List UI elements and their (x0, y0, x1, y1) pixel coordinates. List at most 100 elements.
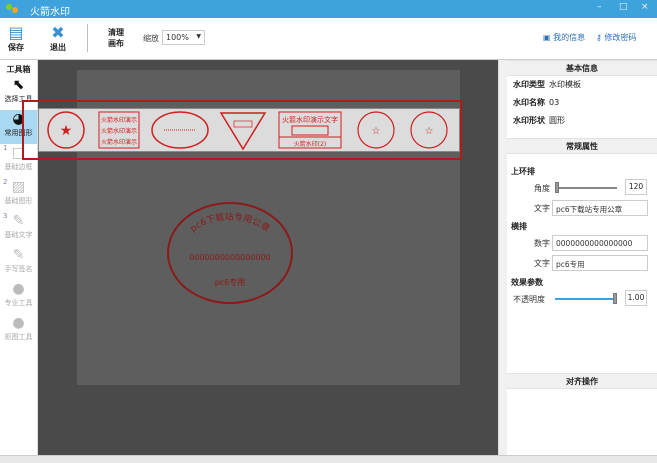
toolbox: 工具箱 ⬉ 选择工具 ◕ 常用图形 1 □ 基础边框 2 ▨ 基础图形 3 ✎ 基础文字 ✎ 手写… (0, 60, 38, 455)
my-info-label: 我的信息 (553, 33, 586, 42)
stamp-bottom-text: pc6专用 (215, 277, 246, 287)
shape-icon: ◕ (12, 111, 25, 127)
shape-label: 水印形状 (513, 116, 545, 125)
svg-text:★: ★ (60, 123, 73, 139)
name-label: 水印名称 (513, 98, 545, 107)
tool-cutout[interactable]: ● 抠图工具 (0, 314, 37, 348)
tool-basic-border[interactable]: 1 □ 基础边框 (0, 144, 37, 178)
palette-icon: ● (12, 315, 25, 331)
app-logo-icon (6, 4, 18, 14)
tool-number: 2 (3, 178, 8, 186)
tool-label: 专业工具 (4, 299, 33, 307)
stamp-triangle[interactable] (219, 112, 267, 151)
exit-label: 退出 (50, 43, 66, 52)
tool-basic-shape[interactable]: 2 ▨ 基础图形 (0, 178, 37, 212)
tool-label: 基础图形 (4, 197, 33, 205)
watermark-type-row: 水印类型 水印模板 (507, 76, 657, 94)
scrollbar[interactable] (498, 60, 507, 455)
cursor-icon: ⬉ (12, 77, 25, 93)
watermark-stamp[interactable]: pc6下载站专用公章 0000000000000000 pc6专用 (165, 200, 295, 306)
horizontal-text-input[interactable]: pc6专用 (552, 255, 648, 271)
divider (87, 24, 88, 52)
type-label: 水印类型 (513, 80, 545, 89)
properties-header: 常规属性 (507, 138, 657, 154)
tool-label: 选择工具 (4, 95, 33, 103)
key-icon: ⚷ (596, 33, 602, 42)
my-info-link[interactable]: ▣ 我的信息 (543, 32, 585, 43)
minimize-button[interactable]: – (597, 2, 602, 12)
tool-professional[interactable]: ● 专业工具 (0, 280, 37, 314)
change-password-label: 修改密码 (604, 33, 637, 42)
save-label: 保存 (8, 43, 24, 52)
canvas-area: pc6下载站专用公章 0000000000000000 pc6专用 ★ 火箭水印… (38, 60, 498, 455)
change-password-link[interactable]: ⚷ 修改密码 (596, 32, 636, 43)
opacity-slider[interactable] (555, 293, 617, 304)
save-button[interactable]: ▤ 保存 (8, 24, 24, 53)
svg-text:☆: ☆ (372, 126, 381, 137)
basic-info-header: 基本信息 (507, 60, 657, 76)
pen-icon: ✎ (12, 247, 25, 263)
upper-ring-title: 上环排 (511, 167, 535, 176)
status-bar (0, 455, 657, 463)
exit-button[interactable]: ✖ 退出 (50, 24, 66, 53)
palette-icon: ● (12, 281, 25, 297)
svg-text:火箭水印演示: 火箭水印演示 (101, 116, 137, 124)
digits-label: 数字 (534, 239, 550, 248)
svg-text:☆: ☆ (425, 126, 434, 137)
close-x-icon: ✖ (51, 23, 65, 42)
stamp-wide-text[interactable]: 火箭水印演示文字火箭水印(2) (278, 111, 342, 149)
watermark-name-row: 水印名称 03 (507, 94, 657, 112)
horizontal-title: 横排 (511, 222, 527, 231)
chevron-down-icon: ▼ (196, 33, 201, 40)
tool-select[interactable]: ⬉ 选择工具 (0, 76, 37, 110)
tool-label: 常用图形 (4, 129, 33, 137)
angle-slider[interactable] (555, 182, 617, 193)
close-button[interactable]: × (641, 2, 649, 12)
tool-number: 3 (3, 212, 8, 220)
clear-canvas-button[interactable]: 清理画布 (108, 27, 128, 49)
stamp-ellipse[interactable] (151, 111, 209, 149)
upper-text-input[interactable]: pc6下载站专用公章 (552, 200, 648, 216)
tool-label: 抠图工具 (4, 333, 33, 341)
stamp-arc-text: pc6下载站专用公章 (189, 211, 272, 235)
angle-input[interactable]: 120 (625, 179, 647, 195)
zoom-value: 100% (166, 33, 189, 42)
tool-number: 1 (3, 144, 8, 152)
effects-title: 效果参数 (511, 278, 543, 287)
svg-text:火箭水印演示: 火箭水印演示 (101, 127, 137, 135)
toolbox-title: 工具箱 (6, 65, 31, 74)
tool-basic-text[interactable]: 3 ✎ 基础文字 (0, 212, 37, 246)
title-bar: 火箭水印 – □ × (0, 0, 657, 18)
tool-label: 手写签名 (4, 265, 33, 273)
stamp-number: 0000000000000000 (189, 253, 270, 262)
user-icon: ▣ (543, 33, 551, 42)
stamp-round-star[interactable]: ★ (47, 111, 85, 149)
app-title: 火箭水印 (30, 7, 70, 18)
type-value: 水印模板 (549, 80, 581, 89)
shape-picker-strip: ★ 火箭水印演示 火箭水印演示 火箭水印演示 火箭水印演示文字 火箭水印(2) ☆ ☆ (38, 108, 460, 152)
zoom-select[interactable]: 100% ▼ (162, 30, 205, 45)
upper-text-label: 文字 (534, 204, 550, 213)
stamp-round-2[interactable]: ☆ (410, 111, 448, 149)
save-icon: ▤ (8, 23, 24, 42)
slider-thumb[interactable] (555, 182, 559, 193)
stamp-rect-text[interactable]: 火箭水印演示火箭水印演示火箭水印演示 (98, 111, 140, 149)
tool-common-shapes[interactable]: ◕ 常用图形 (0, 110, 37, 144)
svg-text:火箭水印(2): 火箭水印(2) (294, 140, 327, 148)
stamp-round-1[interactable]: ☆ (357, 111, 395, 149)
watermark-shape-row: 水印形状 圆形 (507, 112, 657, 130)
tool-signature[interactable]: ✎ 手写签名 (0, 246, 37, 280)
horizontal-text-label: 文字 (534, 259, 550, 268)
svg-text:火箭水印演示文字: 火箭水印演示文字 (282, 115, 338, 124)
name-value: 03 (549, 98, 560, 107)
angle-label: 角度 (534, 184, 550, 193)
opacity-label: 不透明度 (513, 295, 545, 304)
digits-input[interactable]: 0000000000000000 (552, 235, 648, 251)
opacity-input[interactable]: 1.00 (625, 290, 647, 306)
toolbar: ▤ 保存 ✖ 退出 清理画布 缩放 100% ▼ ▣ 我的信息 ⚷ 修改密码 (0, 18, 657, 60)
slider-thumb[interactable] (613, 293, 617, 304)
align-header: 对齐操作 (507, 373, 657, 389)
maximize-button[interactable]: □ (619, 2, 628, 12)
svg-text:火箭水印演示: 火箭水印演示 (101, 138, 137, 146)
zoom-label: 缩放 (143, 34, 159, 43)
